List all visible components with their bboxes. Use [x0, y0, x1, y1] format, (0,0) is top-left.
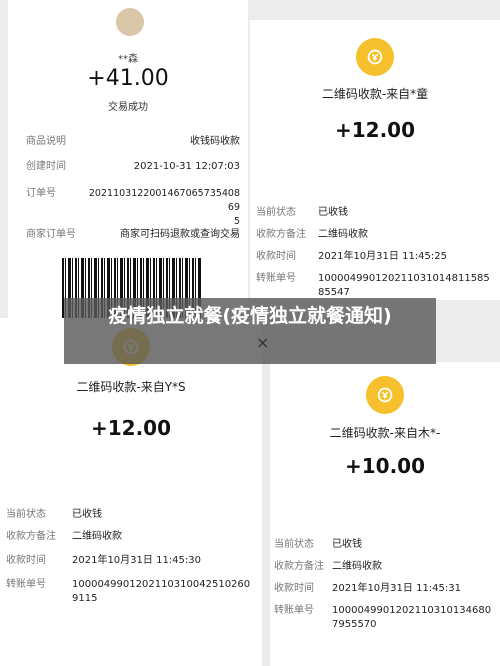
receipt-row-value: 收钱码收款	[190, 136, 240, 147]
coin-icon	[356, 38, 394, 76]
close-icon[interactable]: ×	[256, 333, 269, 352]
card-row-label: 当前状态	[6, 509, 46, 520]
card-row-value: 已收钱	[332, 539, 362, 550]
card-row-label: 当前状态	[274, 539, 314, 550]
card-title: 二维码收款-来自Y*S	[76, 380, 186, 394]
card-row-value: 已收钱	[318, 207, 348, 218]
card-row-label: 收款时间	[274, 583, 314, 594]
card-amount: +12.00	[90, 416, 172, 440]
card-row-label: 转账单号	[256, 273, 296, 284]
card-row-label: 转账单号	[274, 605, 314, 616]
payment-card-top-right: 二维码收款-来自*童 +12.00 当前状态 已收钱 收款方备注 二维码收款 收…	[250, 20, 500, 300]
payment-card-bottom-right: 二维码收款-来自木*- +10.00 当前状态 已收钱 收款方备注 二维码收款 …	[270, 362, 500, 666]
card-row-value: 二维码收款	[72, 531, 122, 542]
card-row-value: 10000499012021103101481158585547	[318, 273, 490, 298]
card-row-label: 收款方备注	[256, 229, 306, 240]
card-row-value: 10000499012021103101346807955570	[332, 605, 492, 630]
receipt-row-value: 商家可扫码退款或查询交易	[120, 229, 240, 240]
card-title: 二维码收款-来自木*-	[329, 426, 441, 440]
card-row-label: 收款时间	[6, 555, 46, 566]
payment-card-bottom-left: 二维码收款-来自Y*S +12.00 当前状态 已收钱 收款方备注 二维码收款 …	[0, 318, 262, 666]
card-title: 二维码收款-来自*童	[321, 87, 429, 101]
card-row-label: 转账单号	[6, 579, 46, 590]
overlay-title: 疫情独立就餐(疫情独立就餐通知)	[108, 305, 392, 327]
card-row-label: 收款方备注	[274, 561, 324, 572]
card-row-value: 10000499012021103100425102609115	[72, 579, 251, 604]
overlay-banner: 疫情独立就餐(疫情独立就餐通知)	[64, 298, 436, 364]
card-row-label: 收款时间	[256, 251, 296, 262]
receipt-panel: **森 +41.00 交易成功 商品说明 收钱码收款 创建时间 2021-10-…	[8, 0, 248, 330]
card-row-value: 2021年10月31日 11:45:31	[332, 583, 461, 594]
card-row-value: 已收钱	[72, 509, 102, 520]
card-row-label: 收款方备注	[6, 531, 56, 542]
receipt-amount: +41.00	[87, 66, 169, 91]
receipt-row-label: 商品说明	[26, 136, 66, 147]
receipt-status: 交易成功	[108, 102, 148, 113]
card-row-label: 当前状态	[256, 207, 296, 218]
card-row-value: 二维码收款	[318, 229, 368, 240]
card-row-value: 二维码收款	[332, 561, 382, 572]
card-row-value: 2021年10月31日 11:45:25	[318, 251, 447, 262]
card-amount: +10.00	[344, 454, 426, 478]
card-amount: +12.00	[334, 118, 416, 142]
payer-name: **森	[118, 54, 138, 65]
receipt-row-label: 创建时间	[26, 161, 66, 172]
receipt-row-value: 2021-10-31 12:07:03	[133, 161, 240, 172]
receipt-row-label: 订单号	[26, 188, 56, 199]
coin-icon	[366, 376, 404, 414]
receipt-row-label: 商家订单号	[26, 229, 76, 240]
avatar	[116, 8, 144, 36]
card-row-value: 2021年10月31日 11:45:30	[72, 555, 201, 566]
receipt-row-value: 20211031220014670657354086​9 5	[88, 188, 240, 227]
